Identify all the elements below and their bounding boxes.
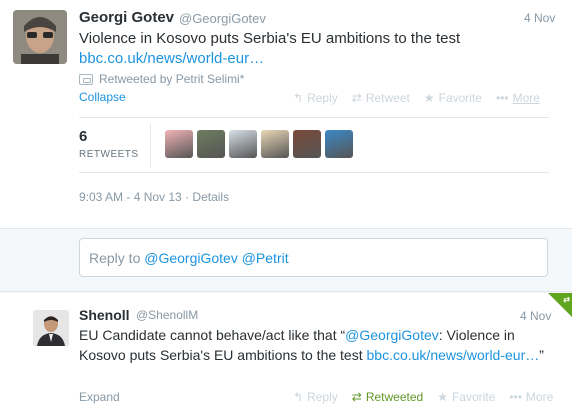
tweet-actions: ↰ Reply ⇄ Retweeted ★ Favorite ••• More (293, 390, 553, 404)
retweet-icon (79, 73, 93, 85)
retweeter-avatar[interactable] (293, 130, 321, 158)
reply-prefix: Reply to (89, 250, 145, 266)
retweeted-by: Retweeted by Petrit Selimi* (79, 72, 244, 86)
retweeter-avatar[interactable] (197, 130, 225, 158)
mention-link[interactable]: @GeorgiGotev (345, 327, 439, 343)
star-icon: ★ (437, 390, 448, 404)
tweet-text-start: EU Candidate cannot behave/act like that… (79, 327, 346, 343)
more-label: More (512, 91, 540, 105)
retweeter-avatar[interactable] (261, 130, 289, 158)
reply-button[interactable]: ↰ Reply (293, 91, 338, 105)
avatar[interactable] (33, 310, 69, 346)
author-handle[interactable]: @ShenollM (136, 308, 198, 322)
retweeted-label: Retweeted (365, 390, 424, 404)
tweet-stats: 6 RETWEETS (79, 117, 549, 173)
ellipsis-icon: ••• (509, 390, 522, 404)
tweet-text-body: Violence in Kosovo puts Serbia's EU ambi… (79, 30, 461, 47)
retweeter-avatar[interactable] (165, 130, 193, 158)
tweet-shenoll[interactable]: ⇄ Shenoll @ShenollM 4 Nov EU Candidate c… (0, 293, 572, 416)
retweet-icon: ⇄ (351, 91, 362, 105)
reply-icon: ↰ (293, 91, 304, 105)
more-label: More (525, 390, 554, 404)
retweeted-by-label[interactable]: Retweeted by Petrit Selimi* (99, 72, 244, 86)
retweeter-avatar[interactable] (325, 130, 353, 158)
tweet-actions: ↰ Reply ⇄ Retweet ★ Favorite ••• More (293, 91, 540, 105)
reply-mentions: @GeorgiGotev @Petrit (144, 250, 289, 266)
tweet-link[interactable]: bbc.co.uk/news/world-eur… (79, 50, 264, 67)
reply-input[interactable]: Reply to @GeorgiGotev @Petrit (79, 238, 548, 277)
favorite-button[interactable]: ★ Favorite (437, 390, 495, 404)
author-name[interactable]: Shenoll (79, 307, 130, 323)
tweet-date[interactable]: 4 Nov (520, 309, 551, 323)
avatar[interactable] (13, 10, 67, 64)
retweet-icon: ⇄ (563, 295, 570, 304)
ellipsis-icon: ••• (495, 91, 509, 105)
favorite-label: Favorite (451, 390, 496, 404)
retweet-count-label: RETWEETS (79, 149, 139, 160)
expand-link[interactable]: Expand (79, 390, 120, 404)
tweet-timestamp: 9:03 AM - 4 Nov 13 · Details (79, 190, 230, 204)
reply-label: Reply (307, 91, 338, 105)
favorite-button[interactable]: ★ Favorite (424, 91, 482, 105)
retweet-icon: ⇄ (351, 390, 362, 404)
more-button[interactable]: ••• More (509, 390, 553, 404)
author-handle[interactable]: @GeorgiGotev (179, 11, 266, 26)
divider (150, 124, 151, 168)
tweet-date[interactable]: 4 Nov (524, 11, 555, 25)
timestamp-label[interactable]: 9:03 AM - 4 Nov 13 (79, 190, 182, 204)
reply-area: Reply to @GeorgiGotev @Petrit (0, 230, 572, 292)
author-name[interactable]: Georgi Gotev (79, 9, 174, 26)
tweet-link[interactable]: bbc.co.uk/news/world-eur… (367, 347, 540, 363)
collapse-link[interactable]: Collapse (79, 90, 126, 104)
retweeter-avatars (165, 130, 353, 158)
retweet-label: Retweet (365, 91, 410, 105)
retweet-count[interactable]: 6 (79, 128, 87, 145)
star-icon: ★ (423, 91, 435, 105)
tweet-text: EU Candidate cannot behave/act like that… (79, 325, 559, 365)
tweet-text: Violence in Kosovo puts Serbia's EU ambi… (79, 29, 549, 69)
tweet-georgi-gotev[interactable]: Georgi Gotev @GeorgiGotev 4 Nov Violence… (0, 0, 572, 229)
more-button[interactable]: ••• More (496, 91, 540, 105)
favorite-label: Favorite (438, 91, 482, 105)
details-link[interactable]: Details (192, 190, 229, 204)
retweet-button[interactable]: ⇄ Retweet (352, 91, 410, 105)
reply-label: Reply (307, 390, 338, 404)
reply-icon: ↰ (293, 390, 304, 404)
reply-button[interactable]: ↰ Reply (293, 390, 338, 404)
retweeted-button[interactable]: ⇄ Retweeted (352, 390, 423, 404)
tweet-text-end: ” (539, 347, 544, 363)
retweeter-avatar[interactable] (229, 130, 257, 158)
